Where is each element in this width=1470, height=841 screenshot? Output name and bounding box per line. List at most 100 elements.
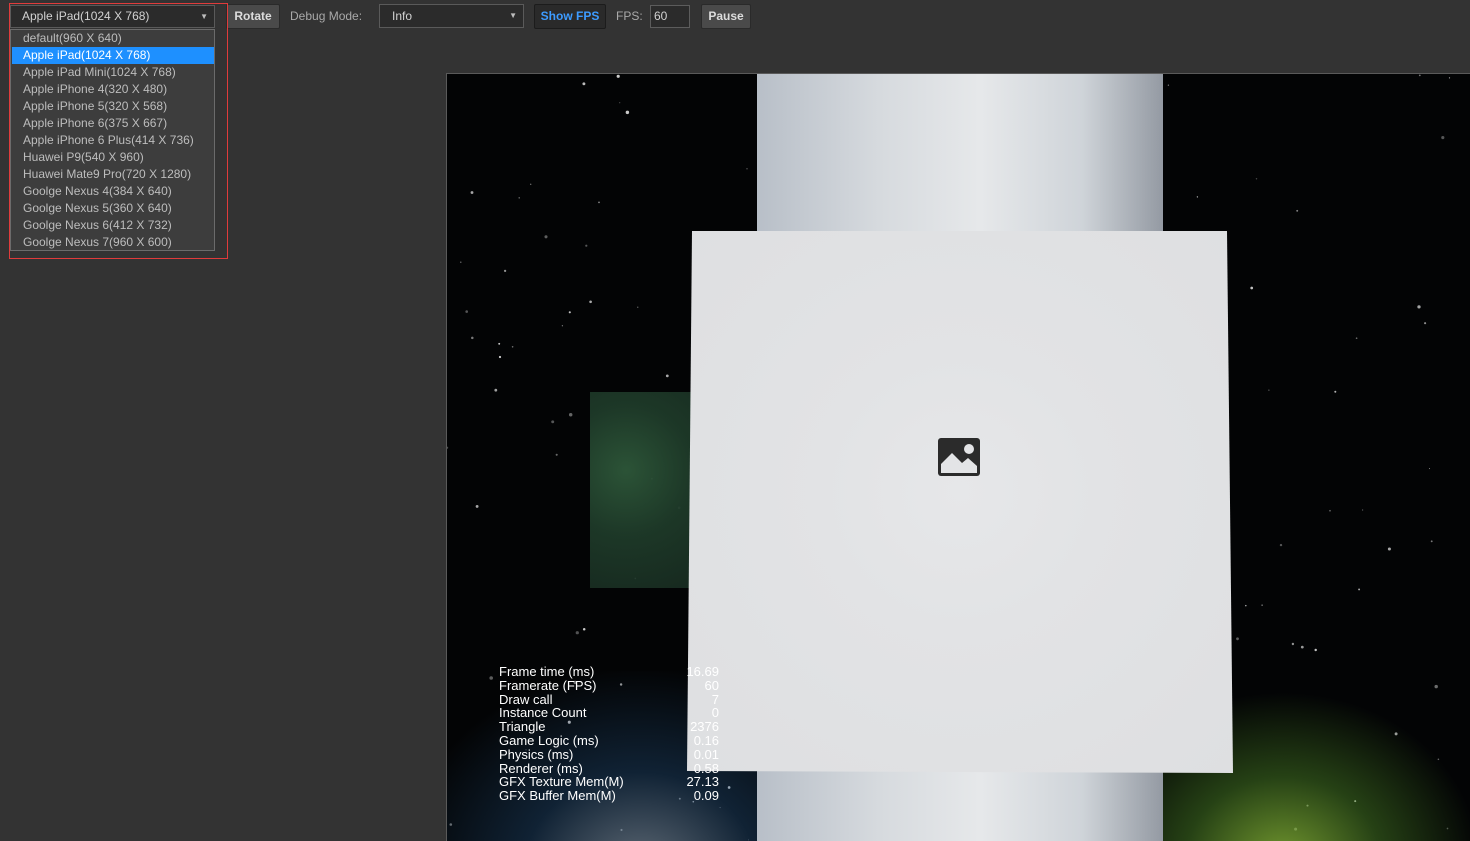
device-option[interactable]: Goolge Nexus 6(412 X 732) bbox=[12, 217, 214, 234]
stat-row: Triangle 2376 bbox=[499, 720, 719, 734]
star bbox=[575, 631, 579, 635]
star bbox=[1245, 604, 1247, 607]
star bbox=[598, 201, 600, 204]
image-panel bbox=[687, 231, 1233, 773]
stat-row: Renderer (ms) 0.58 bbox=[499, 760, 719, 776]
device-option[interactable]: Apple iPad(1024 X 768) bbox=[12, 47, 214, 64]
star bbox=[568, 311, 571, 314]
star bbox=[460, 261, 462, 263]
star bbox=[1279, 543, 1283, 547]
device-option[interactable]: Goolge Nexus 5(360 X 640) bbox=[12, 200, 214, 217]
star bbox=[494, 388, 498, 392]
star bbox=[1418, 74, 1421, 77]
device-option[interactable]: Apple iPhone 6(375 X 667) bbox=[12, 115, 214, 132]
device-option[interactable]: Goolge Nexus 4(384 X 640) bbox=[12, 183, 214, 200]
show-fps-button[interactable]: Show FPS bbox=[534, 4, 606, 29]
stat-value: 0.16 bbox=[693, 732, 719, 748]
star bbox=[498, 355, 502, 359]
stat-row: Instance Count 0 bbox=[499, 706, 719, 720]
device-option[interactable]: Goolge Nexus 7(960 X 600) bbox=[12, 234, 214, 251]
stat-label: Renderer (ms) bbox=[499, 760, 583, 776]
star bbox=[1329, 509, 1331, 512]
stat-row: Game Logic (ms) 0.16 bbox=[499, 734, 719, 748]
device-option[interactable]: Apple iPad Mini(1024 X 768) bbox=[12, 64, 214, 81]
star bbox=[1387, 547, 1391, 551]
stat-row: Physics (ms) 0.01 bbox=[499, 746, 719, 762]
star bbox=[585, 244, 588, 247]
stat-row: Framerate (FPS) 60 bbox=[499, 677, 719, 693]
device-option[interactable]: default(960 X 640) bbox=[12, 30, 214, 47]
fps-input[interactable]: 60 bbox=[650, 5, 690, 28]
star bbox=[619, 102, 621, 104]
star bbox=[1448, 77, 1451, 79]
device-option[interactable]: Apple iPhone 5(320 X 568) bbox=[12, 98, 214, 115]
star bbox=[746, 168, 748, 170]
star bbox=[1255, 178, 1258, 180]
stat-row: GFX Texture Mem(M) 27.13 bbox=[499, 775, 719, 789]
star bbox=[625, 110, 630, 115]
star bbox=[1296, 209, 1299, 212]
star bbox=[551, 420, 555, 424]
star bbox=[1434, 684, 1438, 689]
device-option[interactable]: Huawei P9(540 X 960) bbox=[12, 149, 214, 166]
star bbox=[582, 628, 586, 631]
star bbox=[555, 453, 558, 456]
rotate-button[interactable]: Rotate bbox=[226, 4, 280, 29]
stat-value: 2376 bbox=[690, 719, 719, 735]
stat-label: Physics (ms) bbox=[499, 746, 574, 762]
star bbox=[1250, 286, 1254, 290]
star bbox=[1355, 337, 1358, 340]
stat-label: Frame time (ms) bbox=[499, 664, 595, 679]
device-option[interactable]: Apple iPhone 6 Plus(414 X 736) bbox=[12, 132, 214, 149]
triangle-down-icon: ▼ bbox=[509, 11, 517, 20]
star bbox=[1424, 322, 1427, 325]
star bbox=[568, 412, 573, 417]
star bbox=[1291, 642, 1295, 646]
stat-value: 60 bbox=[704, 677, 719, 693]
stat-row: Frame time (ms) 16.69 bbox=[499, 665, 719, 679]
debug-mode-value: Info bbox=[392, 9, 413, 23]
device-dropdown-list: default(960 X 640) Apple iPad(1024 X 768)… bbox=[10, 29, 215, 251]
stat-label: Triangle bbox=[499, 719, 546, 735]
device-option[interactable]: Apple iPhone 4(320 X 480) bbox=[12, 81, 214, 98]
star bbox=[465, 310, 468, 313]
star bbox=[518, 197, 520, 199]
image-placeholder-icon bbox=[938, 438, 980, 479]
star bbox=[1300, 645, 1304, 649]
stat-label: Game Logic (ms) bbox=[499, 732, 599, 748]
stat-label: GFX Buffer Mem(M) bbox=[499, 788, 616, 804]
stat-value: 0 bbox=[711, 705, 719, 721]
star bbox=[665, 374, 669, 378]
stat-value: 0.01 bbox=[693, 746, 719, 762]
star bbox=[475, 504, 479, 508]
stat-row: GFX Buffer Mem(M) 0.09 bbox=[499, 789, 719, 803]
debug-mode-label: Debug Mode: bbox=[290, 9, 363, 23]
star bbox=[447, 446, 449, 449]
star bbox=[1358, 588, 1361, 591]
stat-label: Instance Count bbox=[499, 705, 587, 721]
stat-value: 7 bbox=[711, 691, 719, 707]
star bbox=[1261, 604, 1263, 606]
star bbox=[1417, 305, 1421, 309]
star bbox=[530, 183, 532, 185]
star bbox=[1334, 390, 1337, 393]
game-scene-viewport[interactable]: Frame time (ms) 16.69 Framerate (FPS) 60 Dra… bbox=[446, 73, 1470, 841]
star bbox=[1441, 136, 1445, 140]
debug-stats: Frame time (ms) 16.69 Framerate (FPS) 60 Dra… bbox=[499, 665, 719, 803]
star bbox=[582, 82, 586, 86]
star bbox=[471, 336, 474, 340]
star bbox=[503, 269, 507, 273]
stat-label: Draw call bbox=[499, 691, 553, 707]
fps-label: FPS: bbox=[616, 9, 643, 23]
pause-button[interactable]: Pause bbox=[701, 4, 751, 29]
star bbox=[1314, 648, 1317, 652]
star bbox=[1428, 468, 1431, 470]
debug-mode-select[interactable]: Info ▼ bbox=[379, 4, 524, 28]
star bbox=[1236, 637, 1239, 641]
star bbox=[1268, 389, 1270, 391]
star bbox=[470, 191, 474, 194]
star bbox=[1361, 509, 1364, 511]
device-option[interactable]: Huawei Mate9 Pro(720 X 1280) bbox=[12, 166, 214, 183]
star bbox=[1167, 84, 1170, 86]
star bbox=[616, 74, 620, 78]
